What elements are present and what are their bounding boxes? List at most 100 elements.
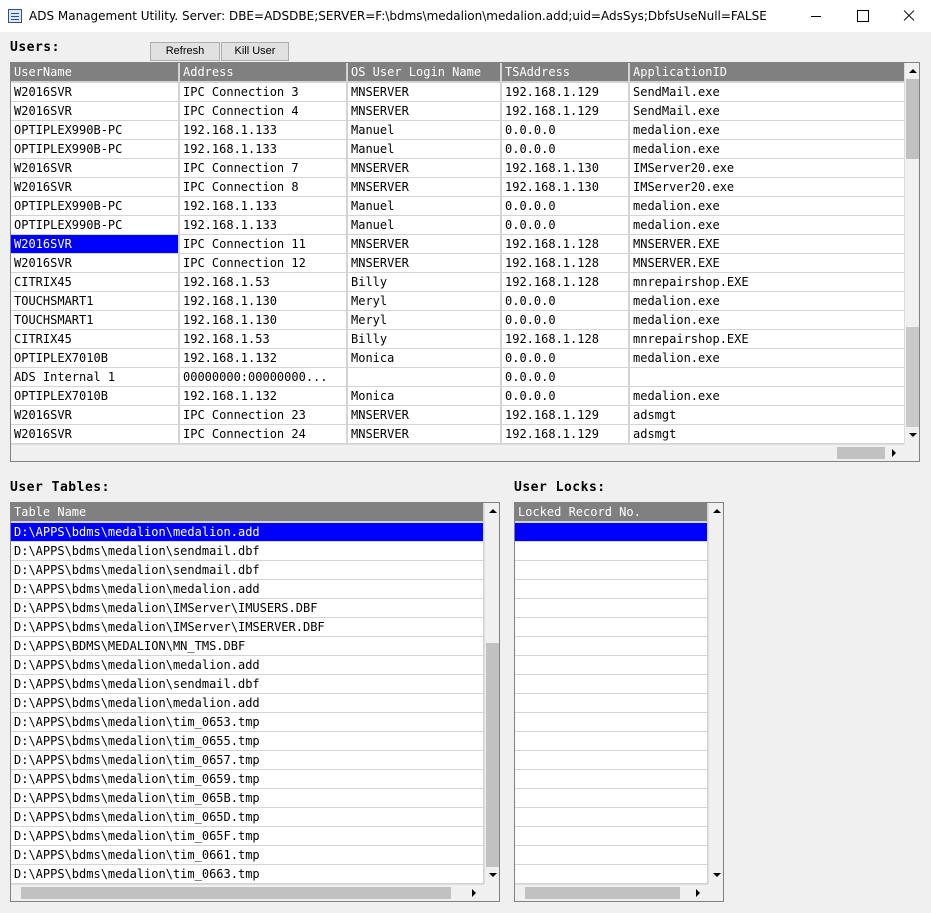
table-cell[interactable]: IPC Connection 8 [179,177,348,197]
table-name-cell[interactable]: D:\APPS\bdms\medalion\medalion.add [11,655,485,675]
table-cell[interactable]: IPC Connection 24 [179,424,348,444]
locked-record-cell[interactable] [515,560,709,580]
table-cell[interactable]: MNSERVER.EXE [629,253,906,273]
table-row[interactable]: W2016SVR IPC Connection 23 MNSERVER 192.168… [11,405,906,425]
table-row[interactable]: TOUCHSMART1 192.168.1.130 Meryl 0.0.0.0 meda… [11,291,906,311]
column-header[interactable]: ApplicationID [629,63,906,83]
table-cell[interactable]: W2016SVR [11,253,180,273]
table-name-cell[interactable]: D:\APPS\bdms\medalion\tim_0657.tmp [11,750,485,770]
table-cell[interactable]: 192.168.1.129 [501,82,630,102]
list-item[interactable]: D:\APPS\bdms\medalion\tim_065F.tmp [11,826,485,846]
table-cell[interactable]: MNSERVER [347,101,502,121]
column-header[interactable]: OS User Login Name [347,63,502,83]
locked-record-cell[interactable] [515,617,709,637]
column-header-table-name[interactable]: Table Name [11,503,485,523]
locked-record-cell[interactable] [515,807,709,827]
scroll-down-icon[interactable] [909,433,917,437]
table-cell[interactable]: 192.168.1.128 [501,253,630,273]
table-cell[interactable]: SendMail.exe [629,82,906,102]
scroll-up-icon[interactable] [713,509,721,513]
locked-record-cell[interactable] [515,864,709,884]
tables-scroll-thumb[interactable] [486,643,499,867]
table-name-cell[interactable]: D:\APPS\bdms\medalion\tim_065F.tmp [11,826,485,846]
table-cell[interactable]: 00000000:00000000... [179,367,348,387]
locked-record-cell[interactable] [515,541,709,561]
table-cell[interactable]: 192.168.1.129 [501,101,630,121]
table-cell[interactable]: mnrepairshop.EXE [629,329,906,349]
table-name-cell[interactable]: D:\APPS\bdms\medalion\medalion.add [11,522,485,542]
table-cell[interactable]: 192.168.1.128 [501,329,630,349]
table-cell[interactable]: 192.168.1.129 [501,424,630,444]
locked-record-cell[interactable] [515,826,709,846]
list-item[interactable]: D:\APPS\bdms\medalion\medalion.add [11,522,485,542]
table-cell[interactable]: 192.168.1.132 [179,386,348,406]
table-row[interactable]: W2016SVR IPC Connection 8 MNSERVER 192.168.… [11,177,906,197]
list-item[interactable] [515,541,709,561]
table-name-cell[interactable]: D:\APPS\bdms\medalion\tim_0661.tmp [11,845,485,865]
list-item[interactable] [515,598,709,618]
list-item[interactable] [515,769,709,789]
table-cell[interactable]: Manuel [347,196,502,216]
table-row[interactable]: W2016SVR IPC Connection 7 MNSERVER 192.168.… [11,158,906,178]
list-item[interactable]: D:\APPS\bdms\medalion\sendmail.dbf [11,560,485,580]
locks-hscroll-thumb[interactable] [525,887,680,899]
table-name-cell[interactable]: D:\APPS\bdms\medalion\tim_065D.tmp [11,807,485,827]
table-row[interactable]: OPTIPLEX990B-PC 192.168.1.133 Manuel 0.0.0.… [11,139,906,159]
table-cell[interactable]: ADS Internal 1 [11,367,180,387]
locked-record-cell[interactable] [515,712,709,732]
table-name-cell[interactable]: D:\APPS\bdms\medalion\IMServer\IMUSERS.D… [11,598,485,618]
table-cell[interactable]: SendMail.exe [629,101,906,121]
table-cell[interactable]: TOUCHSMART1 [11,310,180,330]
table-cell[interactable]: MNSERVER.EXE [629,234,906,254]
table-cell[interactable]: TOUCHSMART1 [11,291,180,311]
list-item[interactable] [515,636,709,656]
table-cell[interactable] [347,367,502,387]
table-cell[interactable]: medalion.exe [629,386,906,406]
table-name-cell[interactable]: D:\APPS\bdms\medalion\sendmail.dbf [11,560,485,580]
list-item[interactable] [515,731,709,751]
column-header-locked-record[interactable]: Locked Record No. [515,503,709,523]
list-item[interactable]: D:\APPS\bdms\medalion\tim_0661.tmp [11,845,485,865]
list-item[interactable] [515,807,709,827]
table-cell[interactable]: 192.168.1.130 [501,158,630,178]
table-cell[interactable]: Meryl [347,291,502,311]
table-cell[interactable]: 192.168.1.130 [179,291,348,311]
list-item[interactable] [515,655,709,675]
table-row[interactable]: OPTIPLEX990B-PC 192.168.1.133 Manuel 0.0.0.… [11,196,906,216]
table-cell[interactable]: 0.0.0.0 [501,310,630,330]
column-header[interactable]: Address [179,63,348,83]
table-cell[interactable]: Manuel [347,120,502,140]
table-cell[interactable]: 0.0.0.0 [501,139,630,159]
table-cell[interactable]: IMServer20.exe [629,177,906,197]
table-cell[interactable]: OPTIPLEX990B-PC [11,196,180,216]
table-cell[interactable]: IMServer20.exe [629,158,906,178]
table-cell[interactable]: W2016SVR [11,177,180,197]
table-row[interactable]: CITRIX45 192.168.1.53 Billy 192.168.1.128 mn… [11,272,906,292]
table-cell[interactable]: 192.168.1.128 [501,234,630,254]
list-item[interactable]: D:\APPS\bdms\medalion\tim_0657.tmp [11,750,485,770]
scroll-right-icon[interactable] [696,889,700,897]
list-item[interactable]: D:\APPS\bdms\medalion\sendmail.dbf [11,541,485,561]
table-cell[interactable]: IPC Connection 11 [179,234,348,254]
list-item[interactable] [515,674,709,694]
table-cell[interactable]: OPTIPLEX990B-PC [11,139,180,159]
table-name-cell[interactable]: D:\APPS\bdms\medalion\medalion.add [11,579,485,599]
table-cell[interactable]: mnrepairshop.EXE [629,272,906,292]
list-item[interactable] [515,750,709,770]
table-cell[interactable]: W2016SVR [11,158,180,178]
table-row[interactable]: W2016SVR IPC Connection 3 MNSERVER 192.168.… [11,82,906,102]
table-cell[interactable]: IPC Connection 3 [179,82,348,102]
table-cell[interactable]: W2016SVR [11,405,180,425]
locked-record-cell[interactable] [515,655,709,675]
table-cell[interactable]: 192.168.1.129 [501,405,630,425]
table-cell[interactable]: 192.168.1.128 [501,272,630,292]
table-cell[interactable]: Monica [347,348,502,368]
table-name-cell[interactable]: D:\APPS\bdms\medalion\medalion.add [11,693,485,713]
users-scroll-track-lower[interactable] [906,327,919,427]
table-cell[interactable]: 0.0.0.0 [501,348,630,368]
table-name-cell[interactable]: D:\APPS\bdms\medalion\tim_065B.tmp [11,788,485,808]
table-cell[interactable]: OPTIPLEX990B-PC [11,120,180,140]
table-row[interactable]: OPTIPLEX7010B 192.168.1.132 Monica 0.0.0.0 m… [11,386,906,406]
table-cell[interactable]: OPTIPLEX990B-PC [11,215,180,235]
list-item[interactable] [515,617,709,637]
